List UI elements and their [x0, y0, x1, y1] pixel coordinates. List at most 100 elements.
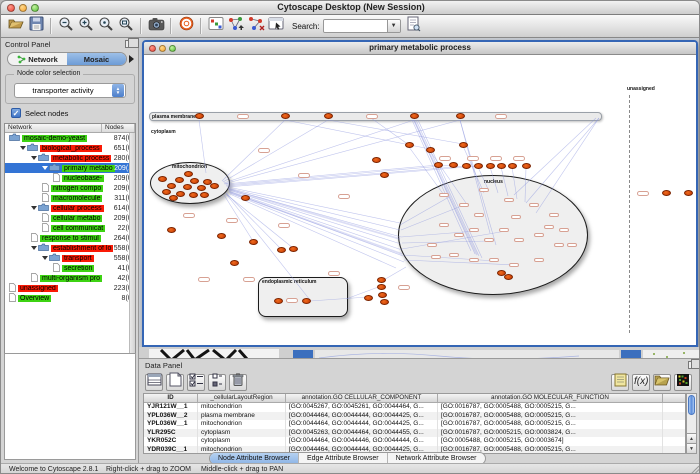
table-column-header[interactable]: annotation.GO CELLULAR_COMPONENT: [286, 394, 438, 403]
selected-gene-node[interactable]: [377, 277, 386, 283]
network-view-window[interactable]: primary metabolic process plasma membran…: [142, 40, 698, 347]
annotation-button[interactable]: [266, 16, 286, 36]
gene-node[interactable]: [286, 298, 298, 303]
scroll-down-icon[interactable]: ▼: [687, 443, 696, 453]
gene-node[interactable]: [237, 114, 249, 119]
selected-gene-node[interactable]: [378, 292, 387, 298]
selected-gene-node[interactable]: [230, 260, 239, 266]
expand-arrow-icon[interactable]: [42, 166, 48, 170]
gene-node[interactable]: [469, 228, 479, 232]
table-column-header[interactable]: annotation.GO MOLECULAR_FUNCTION: [438, 394, 663, 403]
selected-gene-node[interactable]: [486, 163, 495, 169]
open-attribute-button[interactable]: [653, 374, 671, 391]
create-network-button[interactable]: [226, 16, 246, 36]
gene-node[interactable]: [258, 148, 270, 153]
search-input[interactable]: [324, 20, 387, 32]
search-dropdown-arrow-icon[interactable]: ▼: [387, 20, 400, 32]
selected-gene-node[interactable]: [684, 190, 693, 196]
matrix-button[interactable]: [674, 374, 692, 391]
selected-gene-node[interactable]: [380, 299, 389, 305]
zoom-fit-button[interactable]: [116, 16, 136, 36]
network-canvas[interactable]: plasma membrane cytoplasm mitochondrion …: [144, 55, 696, 345]
gene-node[interactable]: [431, 255, 441, 259]
selected-gene-node[interactable]: [210, 183, 219, 189]
selected-gene-node[interactable]: [167, 227, 176, 233]
gene-node[interactable]: [298, 173, 310, 178]
scroll-up-icon[interactable]: ▲: [687, 433, 696, 443]
tree-row[interactable]: transport558(0): [5, 253, 135, 263]
table-column-header[interactable]: ID: [144, 394, 198, 403]
search-combobox[interactable]: ▼: [323, 19, 401, 33]
selected-gene-node[interactable]: [217, 233, 226, 239]
gene-node[interactable]: [549, 213, 559, 217]
gene-node[interactable]: [637, 191, 649, 196]
gene-node[interactable]: [559, 228, 569, 232]
new-attribute-button[interactable]: [166, 374, 184, 391]
selected-gene-node[interactable]: [274, 298, 283, 304]
gene-node[interactable]: [398, 285, 410, 290]
expand-arrow-icon[interactable]: [31, 246, 37, 250]
selected-gene-node[interactable]: [508, 163, 517, 169]
tree-row[interactable]: metabolic process280(0): [5, 153, 135, 163]
selected-gene-node[interactable]: [380, 172, 389, 178]
gene-node[interactable]: [499, 228, 509, 232]
gene-node[interactable]: [338, 194, 350, 199]
selected-gene-node[interactable]: [497, 163, 506, 169]
selected-gene-node[interactable]: [377, 284, 386, 290]
select-nodes-checkbox[interactable]: ✓: [11, 108, 21, 118]
tree-column-nodes[interactable]: Nodes: [102, 124, 135, 132]
gene-node[interactable]: [544, 225, 554, 229]
select-stepper-icon[interactable]: ▲▼: [112, 84, 124, 97]
attribute-list-button[interactable]: [208, 374, 226, 391]
tree-row[interactable]: Overview8(0): [5, 293, 135, 303]
expand-arrow-icon[interactable]: [31, 206, 37, 210]
selected-gene-node[interactable]: [462, 163, 471, 169]
gene-node[interactable]: [534, 233, 544, 237]
gene-node[interactable]: [467, 156, 479, 161]
window-titlebar[interactable]: Cytoscape Desktop (New Session): [1, 1, 700, 15]
selected-gene-node[interactable]: [302, 298, 311, 304]
snapshot-button[interactable]: [146, 16, 166, 36]
help-button[interactable]: [176, 16, 196, 36]
table-row[interactable]: YKR052Ccytoplasm[GO:0044464, GO:0044446,…: [144, 437, 685, 446]
selected-gene-node[interactable]: [175, 177, 184, 183]
tree-row[interactable]: primary metabo209(...: [5, 163, 135, 173]
selected-gene-node[interactable]: [410, 113, 419, 119]
gene-node[interactable]: [459, 203, 469, 207]
selected-gene-node[interactable]: [522, 163, 531, 169]
gene-node[interactable]: [449, 253, 459, 257]
selected-gene-node[interactable]: [372, 157, 381, 163]
selected-gene-node[interactable]: [504, 274, 513, 280]
selected-gene-node[interactable]: [405, 142, 414, 148]
tree-row[interactable]: cell communicat22(0): [5, 223, 135, 233]
tree-row[interactable]: nucleobase-209(0): [5, 173, 135, 183]
gene-node[interactable]: [439, 156, 451, 161]
gene-node[interactable]: [534, 258, 544, 262]
gene-node[interactable]: [454, 233, 464, 237]
tree-row[interactable]: multi-organism pro42(0): [5, 273, 135, 283]
gene-node[interactable]: [504, 198, 514, 202]
attribute-checklist-button[interactable]: [187, 374, 205, 391]
expand-arrow-icon[interactable]: [31, 156, 37, 160]
tree-column-network[interactable]: Network: [5, 124, 102, 132]
gene-node[interactable]: [514, 238, 524, 242]
selected-gene-node[interactable]: [459, 142, 468, 148]
gene-node[interactable]: [474, 213, 484, 217]
delete-attribute-button[interactable]: [229, 374, 247, 391]
gene-node[interactable]: [554, 243, 564, 247]
destroy-network-button[interactable]: [246, 16, 266, 36]
selected-gene-node[interactable]: [456, 113, 465, 119]
tree-row[interactable]: macromolecule311(0): [5, 193, 135, 203]
selected-gene-node[interactable]: [364, 295, 373, 301]
tree-row[interactable]: response to stimul264(0): [5, 233, 135, 243]
tree-row[interactable]: biological_process651(0): [5, 143, 135, 153]
tree-scrollbar[interactable]: [129, 133, 135, 367]
table-row[interactable]: YPL036W__1mitochondrion[GO:0044464, GO:0…: [144, 420, 685, 429]
tree-row[interactable]: cellular metabo209(0): [5, 213, 135, 223]
selected-gene-node[interactable]: [162, 189, 171, 195]
gene-node[interactable]: [509, 263, 519, 267]
selected-gene-node[interactable]: [426, 147, 435, 153]
selected-gene-node[interactable]: [241, 195, 250, 201]
selected-gene-node[interactable]: [277, 247, 286, 253]
zoom-in-button[interactable]: [76, 16, 96, 36]
